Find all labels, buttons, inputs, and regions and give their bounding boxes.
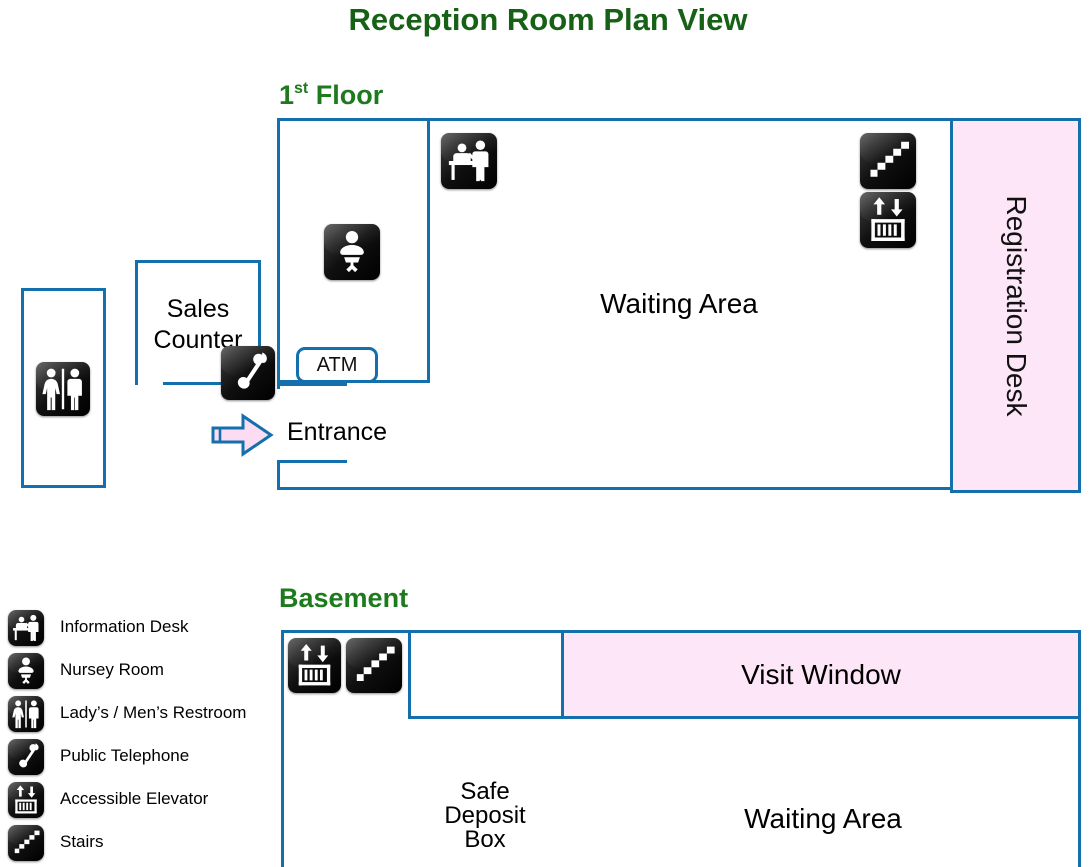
- legend-item-public-telephone: Public Telephone: [8, 737, 270, 780]
- nursery-room-icon: [8, 653, 44, 689]
- legend-label: Nursey Room: [60, 660, 164, 679]
- nursery-room-icon: [324, 224, 380, 280]
- floor1-inner-room-lip: [277, 383, 347, 386]
- legend-label: Information Desk: [60, 617, 189, 636]
- safe-deposit-line3: Box: [464, 826, 506, 853]
- atm-box[interactable]: ATM: [296, 347, 378, 383]
- floor1-left-wall-lower: [277, 463, 280, 490]
- restroom-icon: [8, 696, 44, 732]
- safe-deposit-line1: Safe: [460, 778, 510, 805]
- legend-label: Stairs: [60, 832, 104, 851]
- legend-item-accessible-elevator: Accessible Elevator: [8, 780, 270, 823]
- entrance-label: Entrance: [287, 418, 388, 446]
- accessible-elevator-icon: [8, 782, 44, 818]
- public-telephone-icon: [8, 739, 44, 775]
- legend-label: Accessible Elevator: [60, 789, 209, 808]
- registration-desk: Registration Desk: [950, 118, 1081, 493]
- visit-window-label: Visit Window: [741, 658, 901, 690]
- information-desk-icon: [8, 610, 44, 646]
- floor1-heading: 1st Floor: [279, 80, 383, 111]
- atm-label: ATM: [316, 353, 358, 376]
- safe-deposit-box-label: Safe Deposit Box: [424, 780, 546, 852]
- registration-desk-label: Registration Desk: [1000, 195, 1032, 416]
- basement-heading: Basement: [279, 583, 409, 613]
- sales-counter-label-line1: Sales: [166, 295, 230, 323]
- stairs-icon: [346, 638, 402, 693]
- legend-item-restroom: Lady’s / Men’s Restroom: [8, 694, 270, 737]
- basement-waiting-area-label: Waiting Area: [744, 803, 902, 834]
- floor1-waiting-area-label: Waiting Area: [600, 288, 758, 319]
- floor-plan-canvas: Reception Room Plan View 1st Floor ATM W…: [0, 0, 1090, 867]
- page-title: Reception Room Plan View: [0, 2, 1090, 38]
- safe-deposit-line2: Deposit: [444, 802, 526, 829]
- entrance-arrow-icon: [209, 411, 275, 459]
- information-desk-icon: [441, 133, 497, 189]
- legend-item-stairs: Stairs: [8, 823, 270, 866]
- legend: Information Desk Nursey Room Lady’s / Me…: [8, 608, 270, 866]
- accessible-elevator-icon: [288, 638, 341, 693]
- accessible-elevator-icon: [860, 192, 916, 248]
- legend-item-nursery-room: Nursey Room: [8, 651, 270, 694]
- page-title-text: Reception Room Plan View: [348, 2, 748, 37]
- floor1-entrance-sill: [277, 460, 347, 463]
- floor1-heading-ordinal: st: [294, 80, 309, 97]
- restroom-icon: [36, 362, 90, 416]
- legend-label: Public Telephone: [60, 746, 190, 765]
- public-telephone-icon: [221, 346, 275, 400]
- visit-window: Visit Window: [561, 630, 1081, 719]
- floor1-heading-number: 1: [279, 80, 295, 110]
- stairs-icon: [860, 133, 916, 189]
- floor1-heading-rest: Floor: [308, 80, 384, 110]
- legend-label: Lady’s / Men’s Restroom: [60, 703, 247, 722]
- legend-item-information-desk: Information Desk: [8, 608, 270, 651]
- stairs-icon: [8, 825, 44, 861]
- sales-counter-wall-top: [135, 260, 261, 263]
